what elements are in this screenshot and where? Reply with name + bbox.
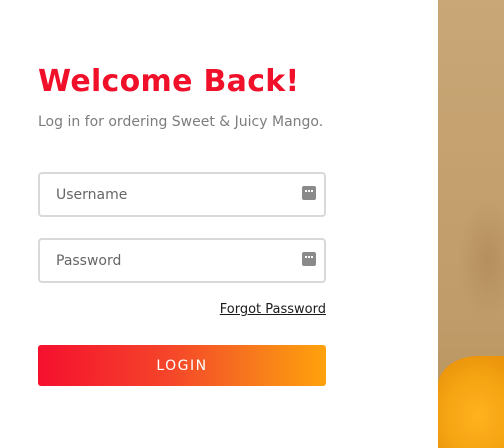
mango-photo — [438, 0, 504, 448]
login-button[interactable]: LOGIN — [38, 345, 326, 386]
forgot-password-link[interactable]: Forgot Password — [220, 302, 326, 317]
login-page: Welcome Back! Log in for ordering Sweet … — [0, 0, 504, 448]
key-icon — [302, 252, 316, 266]
page-title: Welcome Back! — [38, 64, 300, 99]
username-field[interactable] — [38, 172, 326, 217]
key-icon — [302, 186, 316, 200]
username-input[interactable] — [40, 174, 324, 215]
password-field[interactable] — [38, 238, 326, 283]
mango-image — [438, 356, 504, 448]
password-input[interactable] — [40, 240, 324, 281]
page-subtitle: Log in for ordering Sweet & Juicy Mango. — [38, 114, 324, 130]
